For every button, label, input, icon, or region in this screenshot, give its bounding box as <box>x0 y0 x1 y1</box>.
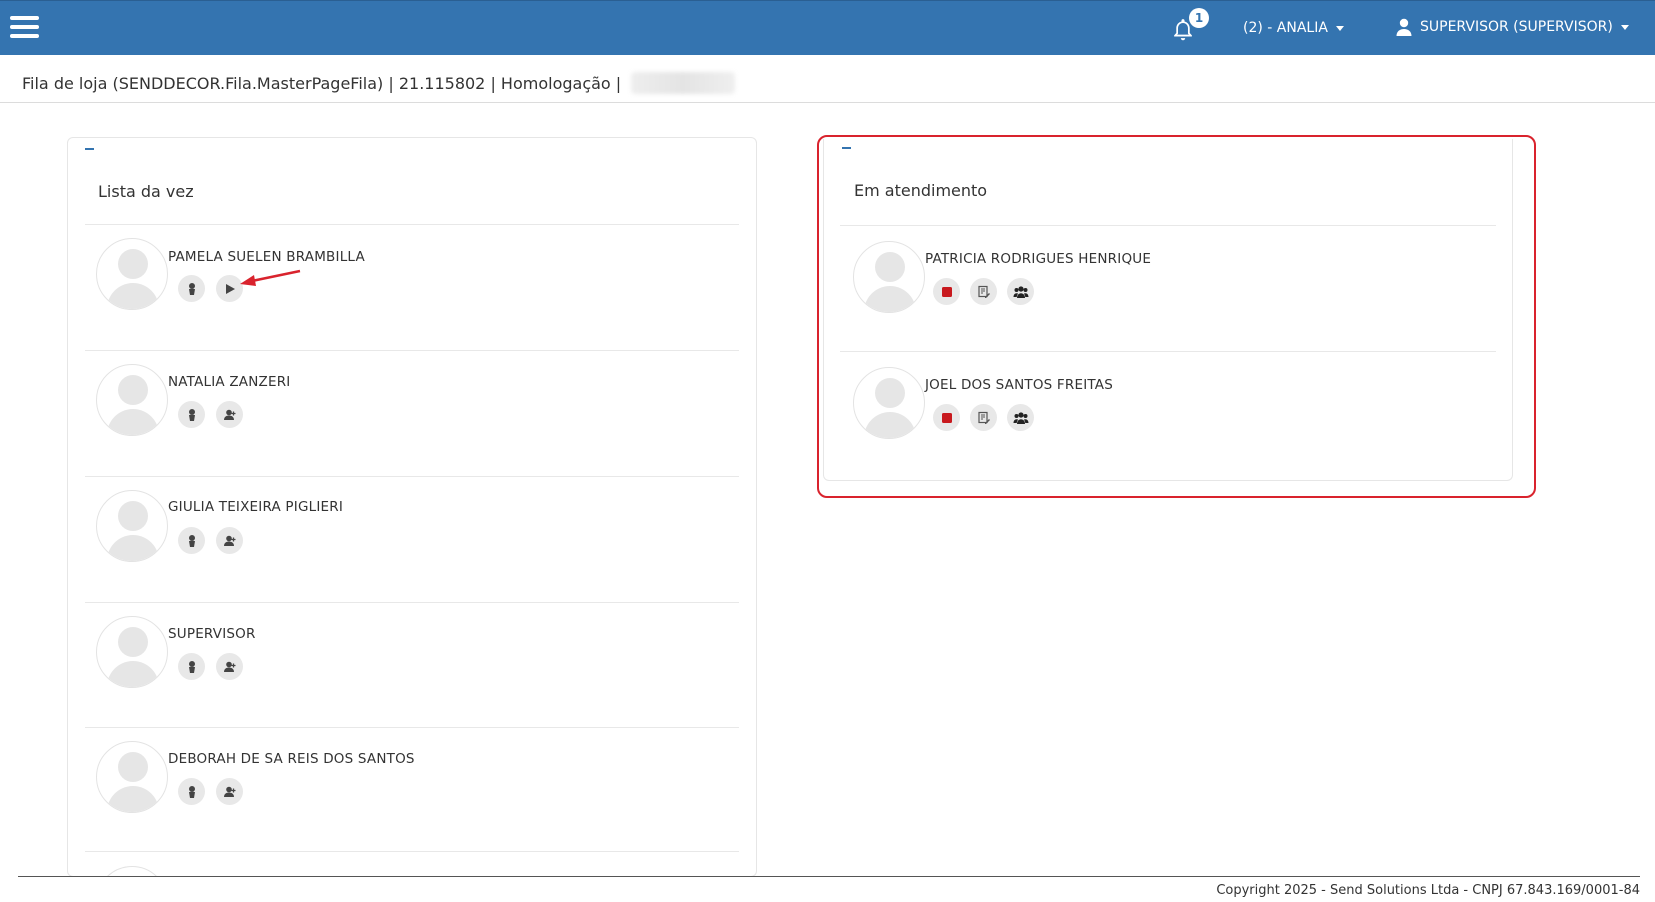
user-menu-label: SUPERVISOR (SUPERVISOR) <box>1420 19 1613 35</box>
attending-person-name: PATRICIA RODRIGUES HENRIQUE <box>925 251 1152 267</box>
attending-person-name: JOEL DOS SANTOS FREITAS <box>925 377 1113 393</box>
divider <box>85 851 739 852</box>
client-icon[interactable] <box>178 653 205 680</box>
client-icon[interactable] <box>178 527 205 554</box>
avatar <box>96 616 168 688</box>
stop-icon[interactable] <box>933 404 960 431</box>
client-icon[interactable] <box>178 401 205 428</box>
divider <box>85 350 739 351</box>
divider <box>85 224 739 225</box>
divider <box>85 476 739 477</box>
user-add-icon[interactable] <box>216 401 243 428</box>
client-icon[interactable] <box>178 778 205 805</box>
stop-icon[interactable] <box>933 278 960 305</box>
top-navbar: 1 (2) - ANALIA SUPERVISOR (SUPERVISOR) <box>0 0 1655 55</box>
chevron-down-icon <box>1335 25 1344 31</box>
avatar <box>96 490 168 562</box>
user-add-icon[interactable] <box>216 527 243 554</box>
avatar <box>853 367 925 439</box>
collapse-toggle[interactable] <box>85 148 94 150</box>
breadcrumb-text: Fila de loja (SENDDECOR.Fila.MasterPageF… <box>22 73 622 93</box>
avatar <box>853 241 925 313</box>
avatar <box>96 238 168 310</box>
queue-person-name: GIULIA TEIXEIRA PIGLIERI <box>168 499 344 515</box>
store-selector-label: (2) - ANALIA <box>1243 20 1328 36</box>
header-divider <box>0 102 1655 103</box>
divider <box>85 727 739 728</box>
queue-person-name: PAMELA SUELEN BRAMBILLA <box>168 249 365 265</box>
avatar <box>96 364 168 436</box>
group-icon[interactable] <box>1007 278 1034 305</box>
user-icon <box>1396 18 1412 36</box>
user-add-icon[interactable] <box>216 653 243 680</box>
queue-person-name: SUPERVISOR <box>168 626 256 642</box>
queue-panel-title: Lista da vez <box>98 182 194 201</box>
footer-copyright: Copyright 2025 - Send Solutions Ltda - C… <box>1216 883 1640 898</box>
divider <box>85 602 739 603</box>
user-add-icon[interactable] <box>216 778 243 805</box>
avatar <box>96 741 168 813</box>
queue-person-name: DEBORAH DE SA REIS DOS SANTOS <box>168 751 415 767</box>
chevron-down-icon <box>1620 24 1629 30</box>
queue-panel: Lista da vez PAMELA SUELEN BRAMBILLA NAT… <box>67 137 757 877</box>
attending-panel-title: Em atendimento <box>854 181 988 200</box>
breadcrumb: Fila de loja (SENDDECOR.Fila.MasterPageF… <box>22 72 736 94</box>
redacted-value <box>631 72 736 94</box>
collapse-toggle[interactable] <box>842 147 851 149</box>
queue-person-name: NATALIA ZANZERI <box>168 374 291 390</box>
user-menu[interactable]: SUPERVISOR (SUPERVISOR) <box>1396 18 1629 36</box>
divider <box>840 351 1496 352</box>
client-icon[interactable] <box>178 275 205 302</box>
arrow-annotation-icon <box>240 269 301 286</box>
edit-note-icon[interactable] <box>970 404 997 431</box>
group-icon[interactable] <box>1007 404 1034 431</box>
attending-panel: Em atendimento PATRICIA RODRIGUES HENRIQ… <box>822 137 1514 482</box>
menu-icon[interactable] <box>10 16 39 38</box>
footer-divider <box>18 876 1640 877</box>
edit-note-icon[interactable] <box>970 278 997 305</box>
store-selector[interactable]: (2) - ANALIA <box>1243 20 1344 36</box>
notification-badge: 1 <box>1189 8 1209 28</box>
divider <box>840 225 1496 226</box>
